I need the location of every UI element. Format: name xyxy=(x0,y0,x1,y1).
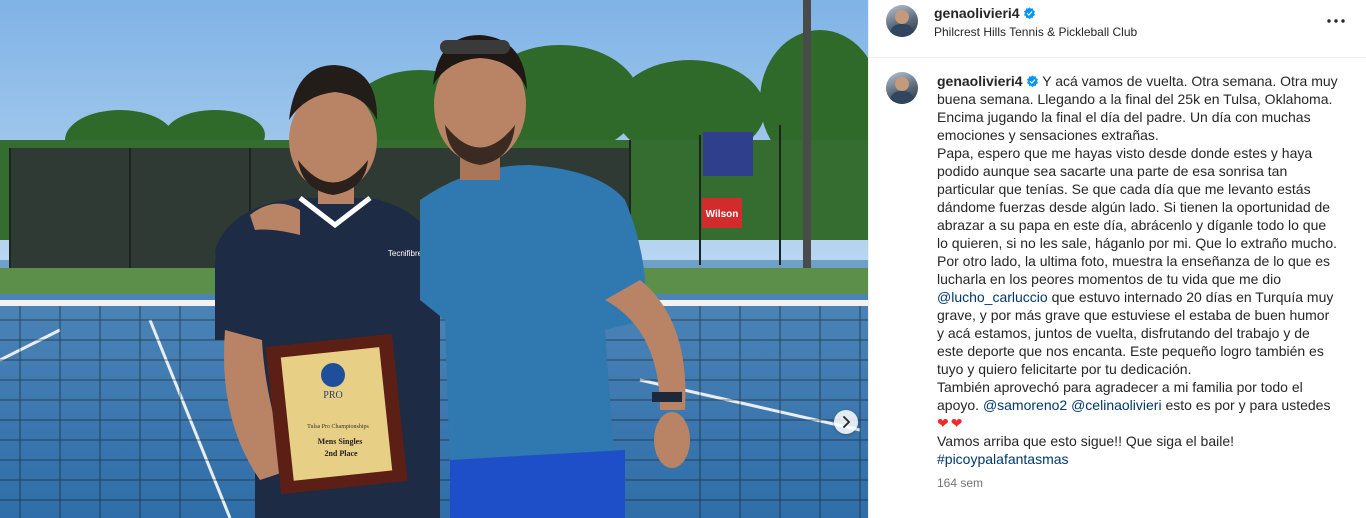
next-photo-button[interactable] xyxy=(834,410,858,434)
caption-username[interactable]: genaolivieri4 xyxy=(937,73,1039,89)
caption-paragraph-4b: esto es por y para ustedes xyxy=(1165,397,1331,413)
post-photo[interactable]: Wilson Tecnifibre PRO Tulsa Pro Champion… xyxy=(0,0,868,518)
instagram-post-view: Wilson Tecnifibre PRO Tulsa Pro Champion… xyxy=(0,0,1366,518)
caption-paragraph-5: Vamos arriba que esto sigue!! Que siga e… xyxy=(937,433,1235,449)
tennis-photo-illustration: Wilson Tecnifibre PRO Tulsa Pro Champion… xyxy=(0,0,868,518)
light-pole xyxy=(803,0,811,268)
caption-avatar[interactable] xyxy=(886,72,918,104)
username-text: genaolivieri4 xyxy=(934,5,1020,21)
post-details-panel: genaolivieri4 Philcrest Hills Tennis & P… xyxy=(868,0,1366,518)
more-options-icon xyxy=(1327,19,1345,23)
mention-lucho-carluccio[interactable]: @lucho_carluccio xyxy=(937,289,1048,305)
plaque-logo-text: PRO xyxy=(323,390,342,401)
caption-paragraph-2: Papa, espero que me hayas visto desde do… xyxy=(937,145,1338,251)
plaque-place-text: 2nd Place xyxy=(324,449,358,458)
hearts-emoji: ❤❤ xyxy=(937,415,965,431)
caption-username-text: genaolivieri4 xyxy=(937,73,1023,89)
mention-samoreno2[interactable]: @samoreno2 xyxy=(983,397,1067,413)
mention-celinaolivieri[interactable]: @celinaolivieri xyxy=(1071,397,1161,413)
post-timestamp[interactable]: 164 sem xyxy=(937,476,983,490)
hashtag-picoypalafantasmas[interactable]: #picoypalafantasmas xyxy=(937,451,1069,467)
plaque-category-text: Mens Singles xyxy=(318,437,363,446)
verified-badge-icon xyxy=(1023,7,1035,20)
username-link[interactable]: genaolivieri4 xyxy=(934,5,1036,21)
more-options-button[interactable] xyxy=(1324,9,1348,33)
chevron-right-icon xyxy=(843,416,850,428)
avatar[interactable] xyxy=(886,5,918,37)
post-header: genaolivieri4 Philcrest Hills Tennis & P… xyxy=(869,0,1366,58)
shirt-brand-text: Tecnifibre xyxy=(388,249,423,258)
caption-text: genaolivieri4 Y acá vamos de vuelta. Otr… xyxy=(937,72,1339,468)
wilson-sign-text: Wilson xyxy=(706,209,739,220)
caption-paragraph-3a: Por otro lado, la ultima foto, muestra l… xyxy=(937,253,1331,287)
banner xyxy=(703,132,753,176)
verified-badge-icon xyxy=(1026,75,1038,88)
plaque-event-text: Tulsa Pro Championships xyxy=(307,424,369,430)
location-link[interactable]: Philcrest Hills Tennis & Pickleball Club xyxy=(934,25,1137,39)
award-plaque: PRO Tulsa Pro Championships Mens Singles… xyxy=(265,333,408,495)
caption-section: genaolivieri4 Y acá vamos de vuelta. Otr… xyxy=(869,58,1366,518)
